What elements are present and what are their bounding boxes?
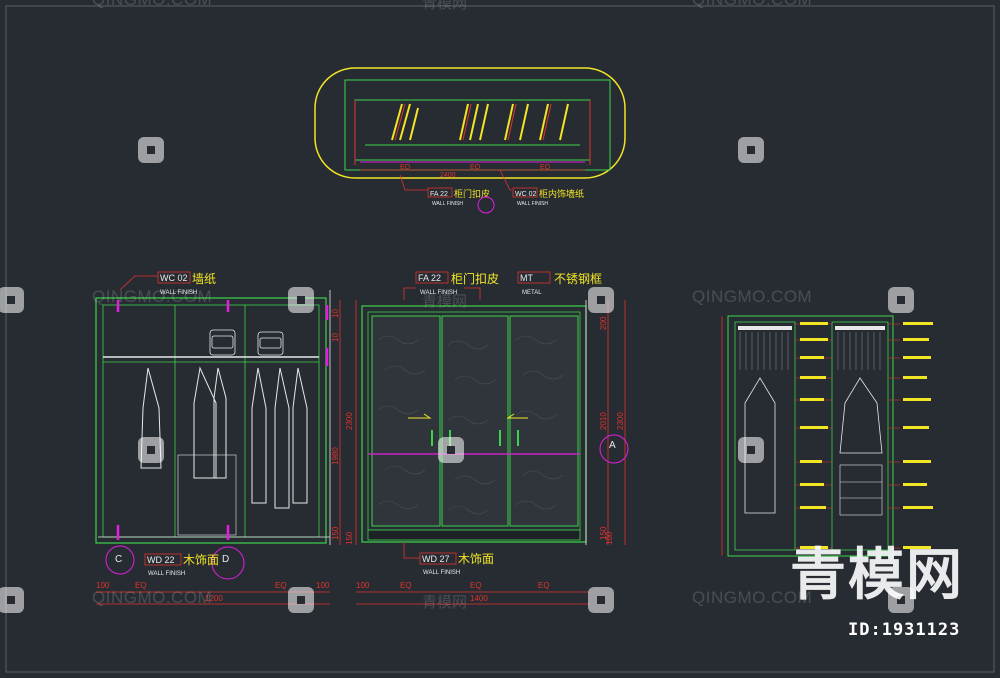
elev-a-dim-3: EQ xyxy=(470,581,482,590)
elev-c-top-code: WC 02 xyxy=(160,273,188,283)
elev-c-bottom-cn: 木饰面 xyxy=(183,553,219,567)
elev-a-bottom-code: WD 27 xyxy=(422,554,450,564)
elev-a-dim-2: EQ xyxy=(400,581,412,590)
wardrobe-plan-view: EQ EQ EQ 2400 FA 22 柜门扣皮 WALL FINISH WC … xyxy=(314,67,626,214)
elev-a-ldim-5: 2300 xyxy=(345,412,354,430)
watermark-logo-icon xyxy=(288,587,314,613)
marker-c-label: C xyxy=(115,554,122,565)
elev-c-dim-4: 100 xyxy=(316,581,330,590)
watermark-text: QINGMO.COM xyxy=(92,0,212,10)
elev-c-bottom-en: WALL FINISH xyxy=(148,571,185,577)
elev-a-mt-code: MT xyxy=(520,273,533,283)
elev-a-ldim-4: 1980 xyxy=(331,447,340,465)
watermark-logo-icon xyxy=(138,437,164,463)
elev-c-dim-3: EQ xyxy=(275,581,287,590)
elev-c-top-cn: 墙纸 xyxy=(192,272,216,286)
elev-a-ldim-6: 150 xyxy=(345,531,354,545)
plan-dim-2: EQ xyxy=(470,164,481,171)
plan-wc-code: WC 02 xyxy=(515,191,537,198)
plan-wall xyxy=(344,79,611,171)
watermark-logo-icon xyxy=(0,587,24,613)
watermark-text: QINGMO.COM xyxy=(92,287,213,306)
elevation-a-door-wardrobe: 10 10 150 1980 2300 150 200 2010 2300 15… xyxy=(331,271,629,605)
elev-a-ldim-3: 150 xyxy=(331,526,340,540)
elev-a-fa-code: FA 22 xyxy=(418,273,441,283)
watermark-logo-icon xyxy=(138,137,164,163)
watermark-logo-icon xyxy=(438,437,464,463)
elev-a-fa-cn: 柜门扣皮 xyxy=(451,271,499,286)
plan-fa-en: WALL FINISH xyxy=(432,201,463,207)
elev-a-bottom-en: WALL FINISH xyxy=(423,570,460,576)
watermark-logo-icon xyxy=(288,287,314,313)
elev-c-bottom-code: WD 22 xyxy=(147,555,175,565)
elev-a-rdim-3: 2300 xyxy=(616,412,625,430)
elev-a-rdim-1: 200 xyxy=(599,316,608,330)
brand-watermark: 青模网 xyxy=(790,543,964,608)
watermark-text-cn: 青模网 xyxy=(422,292,468,310)
watermark-text: QINGMO.COM xyxy=(92,588,213,607)
elev-a-ldim-1: 10 xyxy=(331,309,340,318)
marker-a-label: A xyxy=(609,440,616,451)
watermark-text-cn: 青模网 xyxy=(422,0,468,12)
plan-fa-cn: 柜门扣皮 xyxy=(454,188,490,200)
elev-a-mt-cn: 不锈钢框 xyxy=(554,272,602,286)
watermark-text-cn: 青模网 xyxy=(422,593,468,611)
watermark-logo-icon xyxy=(888,287,914,313)
elev-a-mt-en: METAL xyxy=(522,290,542,296)
plan-dim-1: EQ xyxy=(400,164,411,171)
elev-a-rdim-5: 100 xyxy=(605,531,614,545)
watermark-text: QINGMO.COM xyxy=(692,287,813,306)
elevation-c-open-wardrobe: WC 02 墙纸 WALL FINISH C D WD 22 木饰面 WALL … xyxy=(95,271,331,605)
elev-a-dim-total: 1400 xyxy=(470,594,488,603)
elev-a-bottom-cn: 木饰面 xyxy=(458,552,494,566)
elev-a-dim-1: 100 xyxy=(356,581,370,590)
elev-a-ldim-2: 10 xyxy=(331,333,340,342)
watermark-logo-icon xyxy=(738,437,764,463)
watermark-text: QINGMO.COM xyxy=(692,0,812,10)
plan-wc-en: WALL FINISH xyxy=(517,201,548,207)
plan-wc-cn: 柜内饰墙纸 xyxy=(539,188,584,200)
image-id-label: ID:1931123 xyxy=(848,620,961,640)
plan-fa-code: FA 22 xyxy=(430,191,448,198)
watermark-logo-icon xyxy=(738,137,764,163)
plan-dim-total: 2400 xyxy=(440,172,456,179)
marker-d-label: D xyxy=(222,554,229,565)
elev-a-dim-4: EQ xyxy=(538,581,550,590)
elev-a-rdim-2: 2010 xyxy=(599,412,608,430)
watermark-logo-icon xyxy=(588,287,614,313)
watermark-logo-icon xyxy=(0,287,24,313)
plan-dim-3: EQ xyxy=(540,164,551,171)
watermark-logo-icon xyxy=(588,587,614,613)
